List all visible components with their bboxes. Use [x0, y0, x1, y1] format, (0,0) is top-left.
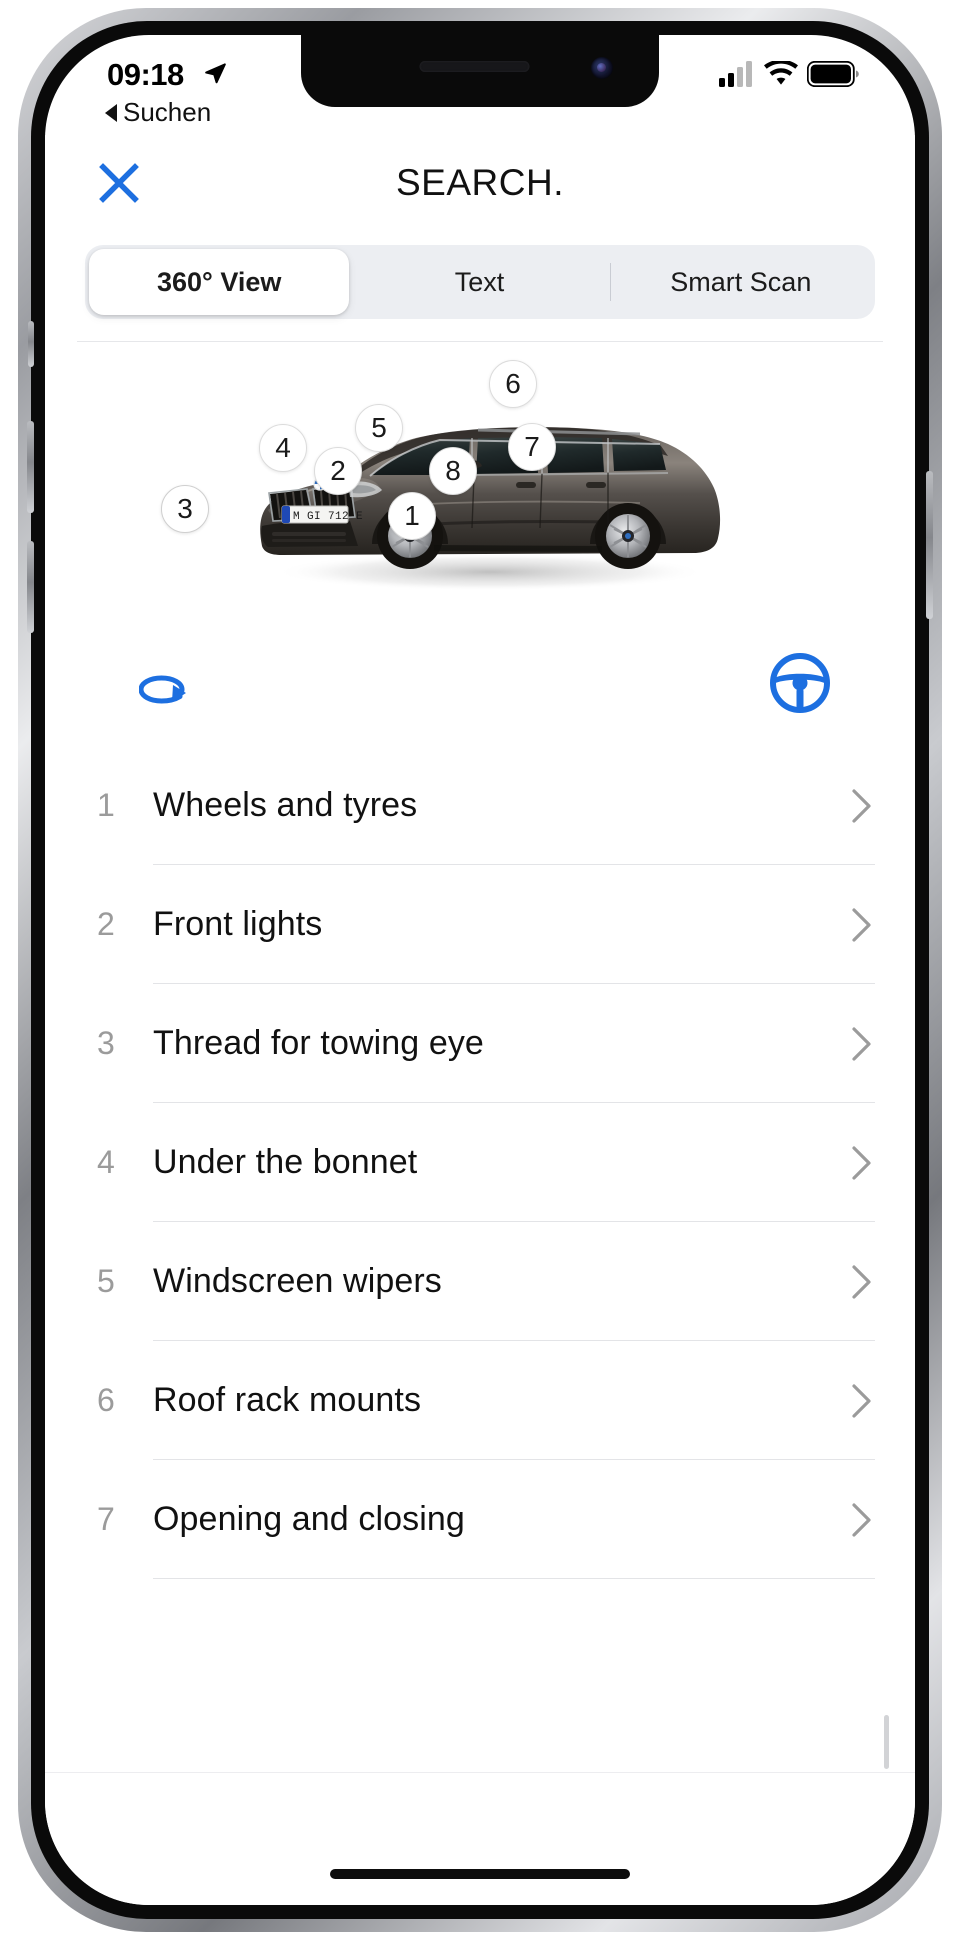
list-item-number: 5 [97, 1263, 115, 1299]
hotspot-1[interactable]: 1 [388, 492, 436, 540]
app-content: SEARCH. 360° View Text Smart Scan M GI 7… [45, 135, 915, 1905]
viewer-controls [45, 646, 915, 732]
list-item-label: Roof rack mounts [153, 1381, 422, 1419]
chevron-right-icon [831, 786, 875, 826]
hotspot-3[interactable]: 3 [161, 485, 209, 533]
list-item-number: 6 [97, 1382, 115, 1418]
scrollbar-thumb[interactable] [884, 1715, 889, 1769]
chevron-right-icon [831, 1024, 875, 1064]
svg-text:M GI 712 E: M GI 712 E [293, 511, 363, 523]
list-item-opening-and-closing[interactable]: 7 Opening and closing [97, 1460, 875, 1579]
hotspot-8[interactable]: 8 [429, 447, 477, 495]
rotate-360-button[interactable] [138, 654, 201, 715]
list-item-front-lights[interactable]: 2 Front lights [97, 865, 875, 984]
interior-view-button[interactable] [769, 652, 831, 719]
page-title: SEARCH. [396, 162, 564, 203]
tab-360-view[interactable]: 360° View [89, 249, 350, 315]
phone-bezel: 09:18 Suchen SEARCH. 360° View Text Smar… [27, 21, 933, 1919]
list-item-label: Windscreen wipers [153, 1262, 442, 1300]
status-time: 09:18 [107, 57, 184, 92]
back-triangle-icon [105, 103, 117, 122]
tab-text[interactable]: Text [349, 249, 609, 315]
device-notch [301, 35, 659, 107]
power-button[interactable] [926, 471, 933, 619]
chevron-right-icon [831, 1143, 875, 1183]
list-item-number: 2 [97, 906, 115, 942]
back-to-app-label: Suchen [123, 97, 212, 127]
phone-device-frame: 09:18 Suchen SEARCH. 360° View Text Smar… [18, 8, 942, 1932]
vehicle-image: M GI 712 E [260, 427, 721, 591]
silence-switch[interactable] [28, 321, 34, 367]
parts-list: 1 Wheels and tyres 2 Front lights 3 Thre… [45, 746, 915, 1579]
home-indicator[interactable] [330, 1869, 630, 1879]
app-header: SEARCH. [45, 135, 915, 231]
hotspot-7[interactable]: 7 [508, 423, 556, 471]
back-to-suchen-button[interactable]: Suchen [105, 97, 211, 128]
earpiece-speaker-icon [419, 61, 530, 72]
list-item-windscreen-wipers[interactable]: 5 Windscreen wipers [97, 1222, 875, 1341]
battery-full-icon [807, 61, 859, 87]
list-item-under-the-bonnet[interactable]: 4 Under the bonnet [97, 1103, 875, 1222]
chevron-right-icon [831, 1262, 875, 1302]
search-mode-selector: 360° View Text Smart Scan [45, 231, 915, 319]
tab-smart-scan[interactable]: Smart Scan [611, 249, 871, 315]
cellular-signal-icon [719, 61, 752, 87]
list-item-number: 4 [97, 1144, 115, 1180]
rotate-360-icon [138, 675, 186, 704]
status-indicators [719, 61, 859, 87]
close-button[interactable] [91, 155, 147, 211]
wifi-icon [764, 61, 798, 85]
phone-screen: 09:18 Suchen SEARCH. 360° View Text Smar… [45, 35, 915, 1905]
segmented-control: 360° View Text Smart Scan [85, 245, 875, 319]
list-item-number: 3 [97, 1025, 115, 1061]
list-item-label: Under the bonnet [153, 1143, 418, 1181]
location-arrow-icon [205, 63, 226, 84]
hotspot-2[interactable]: 2 [314, 447, 362, 495]
list-item-label: Wheels and tyres [153, 786, 418, 824]
list-item-roof-rack-mounts[interactable]: 6 Roof rack mounts [97, 1341, 875, 1460]
list-bottom-divider [45, 1772, 915, 1773]
list-separator [153, 1578, 875, 1579]
list-item-label: Opening and closing [153, 1500, 465, 1538]
vehicle-360-viewer[interactable]: M GI 712 E 1 2 3 4 5 6 7 8 [45, 346, 915, 642]
steering-wheel-icon [770, 653, 830, 713]
chevron-right-icon [831, 905, 875, 945]
list-item-label: Thread for towing eye [153, 1024, 484, 1062]
hotspot-6[interactable]: 6 [489, 360, 537, 408]
list-item-label: Front lights [153, 905, 323, 943]
header-divider [77, 341, 883, 342]
list-item-number: 7 [97, 1501, 115, 1537]
hotspot-5[interactable]: 5 [355, 404, 403, 452]
hotspot-4[interactable]: 4 [259, 424, 307, 472]
volume-up-button[interactable] [27, 421, 34, 513]
list-item-number: 1 [97, 787, 115, 823]
list-item-wheels-and-tyres[interactable]: 1 Wheels and tyres [97, 746, 875, 865]
close-x-icon [99, 163, 139, 203]
list-item-thread-for-towing-eye[interactable]: 3 Thread for towing eye [97, 984, 875, 1103]
chevron-right-icon [831, 1500, 875, 1540]
volume-down-button[interactable] [27, 541, 34, 633]
chevron-right-icon [831, 1381, 875, 1421]
front-camera-icon [591, 57, 613, 79]
